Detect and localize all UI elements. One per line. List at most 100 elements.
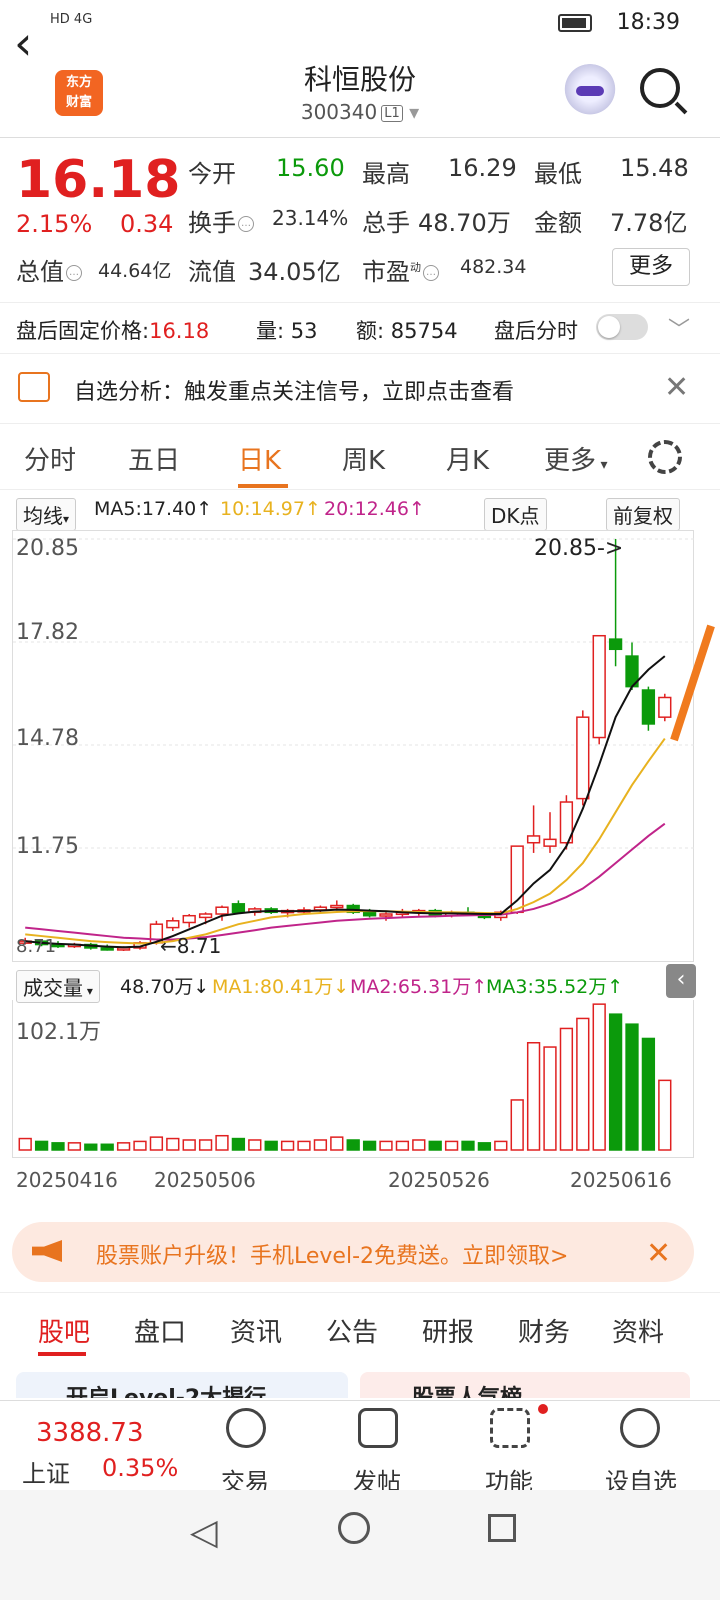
function-icon xyxy=(490,1408,530,1448)
volume-bar xyxy=(494,1140,508,1151)
tab-weekly-k[interactable]: 周K xyxy=(342,440,385,477)
status-bar: HD 4G 18:39 xyxy=(0,0,720,48)
tab-research[interactable]: 研报 xyxy=(422,1312,474,1349)
volume-bar xyxy=(100,1143,114,1151)
volume-bar xyxy=(428,1140,442,1151)
index-name: 上证 xyxy=(22,1460,70,1488)
turnover-value: 23.14% xyxy=(272,206,349,230)
after-hours-volume: 量: 53 xyxy=(256,319,318,343)
nav-back-icon[interactable]: ◁ xyxy=(190,1512,218,1553)
after-hours-toggle[interactable] xyxy=(596,314,648,340)
speaker-icon xyxy=(18,372,50,402)
change-amount: 0.34 xyxy=(120,210,174,238)
volume-bar xyxy=(526,1042,541,1151)
volume-value: 48.70万↓ xyxy=(120,976,210,998)
volume-bar xyxy=(444,1140,459,1151)
notice-text[interactable]: 自选分析：触发重点关注信号，立即点击查看 xyxy=(74,374,514,406)
volume-bar xyxy=(625,1023,639,1151)
change-percent: 2.15% xyxy=(16,210,93,238)
dk-point-button[interactable]: DK点 xyxy=(484,498,547,531)
volume-selector[interactable]: 成交量 ▾ xyxy=(16,970,100,1003)
tab-monthly-k[interactable]: 月K xyxy=(446,440,489,477)
volume-chart[interactable] xyxy=(12,1000,694,1158)
ma5-value: MA5:17.40↑ xyxy=(94,498,213,520)
after-hours-price: 盘后固定价格:16.18 xyxy=(16,319,210,343)
nav-recents-icon[interactable] xyxy=(488,1514,516,1542)
candle-body xyxy=(576,716,590,800)
candle-body xyxy=(526,835,541,844)
tab-announcement[interactable]: 公告 xyxy=(326,1312,378,1349)
high-annotation: 20.85-> xyxy=(534,536,624,561)
volume-bar xyxy=(34,1140,49,1151)
volume-bar xyxy=(133,1140,147,1151)
date-label: 20250616 xyxy=(570,1168,672,1192)
close-icon[interactable]: ✕ xyxy=(646,1236,671,1271)
candle-body xyxy=(166,920,180,929)
low-annotation: ←8.71 xyxy=(160,934,222,958)
level2-card[interactable]: 开启Level-2大揭行 xyxy=(16,1372,348,1398)
volume-bar xyxy=(576,1017,590,1151)
volume-bar xyxy=(641,1037,656,1151)
volume-bar xyxy=(264,1140,278,1151)
trade-icon xyxy=(226,1408,266,1448)
volume-bar xyxy=(166,1137,180,1151)
kline-chart[interactable] xyxy=(12,530,695,962)
tab-more[interactable]: 更多 ▾ xyxy=(544,440,608,477)
after-hours-timeshare-label: 盘后分时 xyxy=(494,319,578,343)
after-hours-amount: 额: 85754 xyxy=(356,319,458,343)
low-label: 最低 xyxy=(534,160,582,188)
y-axis-label: 14.78 xyxy=(16,726,79,751)
volume-bar xyxy=(658,1079,672,1151)
tab-guba[interactable]: 股吧 xyxy=(38,1312,90,1349)
adjust-button[interactable]: 前复权 xyxy=(606,498,680,531)
turnover-label: 换手… xyxy=(188,203,256,238)
volume-bar xyxy=(280,1140,295,1151)
amount-value: 7.78亿 xyxy=(610,209,688,237)
candle-body xyxy=(592,634,606,739)
collapse-left-icon[interactable]: ‹ xyxy=(666,964,696,998)
tab-five-day[interactable]: 五日 xyxy=(128,440,180,477)
candle-body xyxy=(658,696,672,718)
search-icon[interactable] xyxy=(640,68,680,108)
y-axis-label: 8.71 xyxy=(16,936,57,957)
volume-bar xyxy=(198,1139,213,1151)
candle-body xyxy=(100,947,114,951)
post-icon xyxy=(358,1408,398,1448)
volume-bar xyxy=(248,1139,262,1151)
candle-body xyxy=(215,906,229,915)
promo-text[interactable]: 股票账户升级！手机Level-2免费送。立即领取> xyxy=(96,1238,568,1270)
level-tag: L1 xyxy=(381,105,403,122)
nav-home-icon[interactable] xyxy=(338,1512,370,1544)
volume-bar xyxy=(379,1140,393,1151)
volume-bar xyxy=(313,1139,328,1151)
volume-bar xyxy=(215,1134,229,1151)
candle-body xyxy=(510,845,524,914)
tab-timeshare[interactable]: 分时 xyxy=(24,440,76,477)
popularity-card[interactable]: 股票人气榜 xyxy=(360,1372,690,1398)
more-button[interactable]: 更多 xyxy=(612,248,690,286)
volume-bar xyxy=(395,1140,410,1151)
chevron-down-icon[interactable]: ﹀ xyxy=(668,312,690,344)
volume-bar xyxy=(51,1142,65,1151)
tab-pankou[interactable]: 盘口 xyxy=(134,1312,186,1349)
tab-profile[interactable]: 资料 xyxy=(612,1312,664,1349)
tab-daily-k[interactable]: 日K xyxy=(238,440,281,477)
current-price: 16.18 xyxy=(16,150,181,210)
volume-bar xyxy=(297,1140,311,1151)
close-icon[interactable]: ✕ xyxy=(664,370,689,405)
candle-body xyxy=(362,911,377,917)
add-watchlist-icon xyxy=(620,1408,660,1448)
volume-y-label: 102.1万 xyxy=(16,1020,101,1045)
volume-bar xyxy=(362,1140,377,1151)
volume-bar xyxy=(543,1046,557,1151)
candle-body xyxy=(641,689,656,725)
assistant-robot-icon[interactable] xyxy=(562,64,618,120)
index-value[interactable]: 3388.73 xyxy=(36,1418,144,1448)
gear-icon[interactable] xyxy=(648,440,682,474)
vol-ma1: MA1:80.41万↓ xyxy=(212,976,350,998)
tab-news[interactable]: 资讯 xyxy=(230,1312,282,1349)
pe-value: 482.34 xyxy=(460,256,527,278)
ma-selector[interactable]: 均线▾ xyxy=(16,498,77,531)
tab-finance[interactable]: 财务 xyxy=(518,1312,570,1349)
active-tab-indicator xyxy=(38,1352,86,1356)
